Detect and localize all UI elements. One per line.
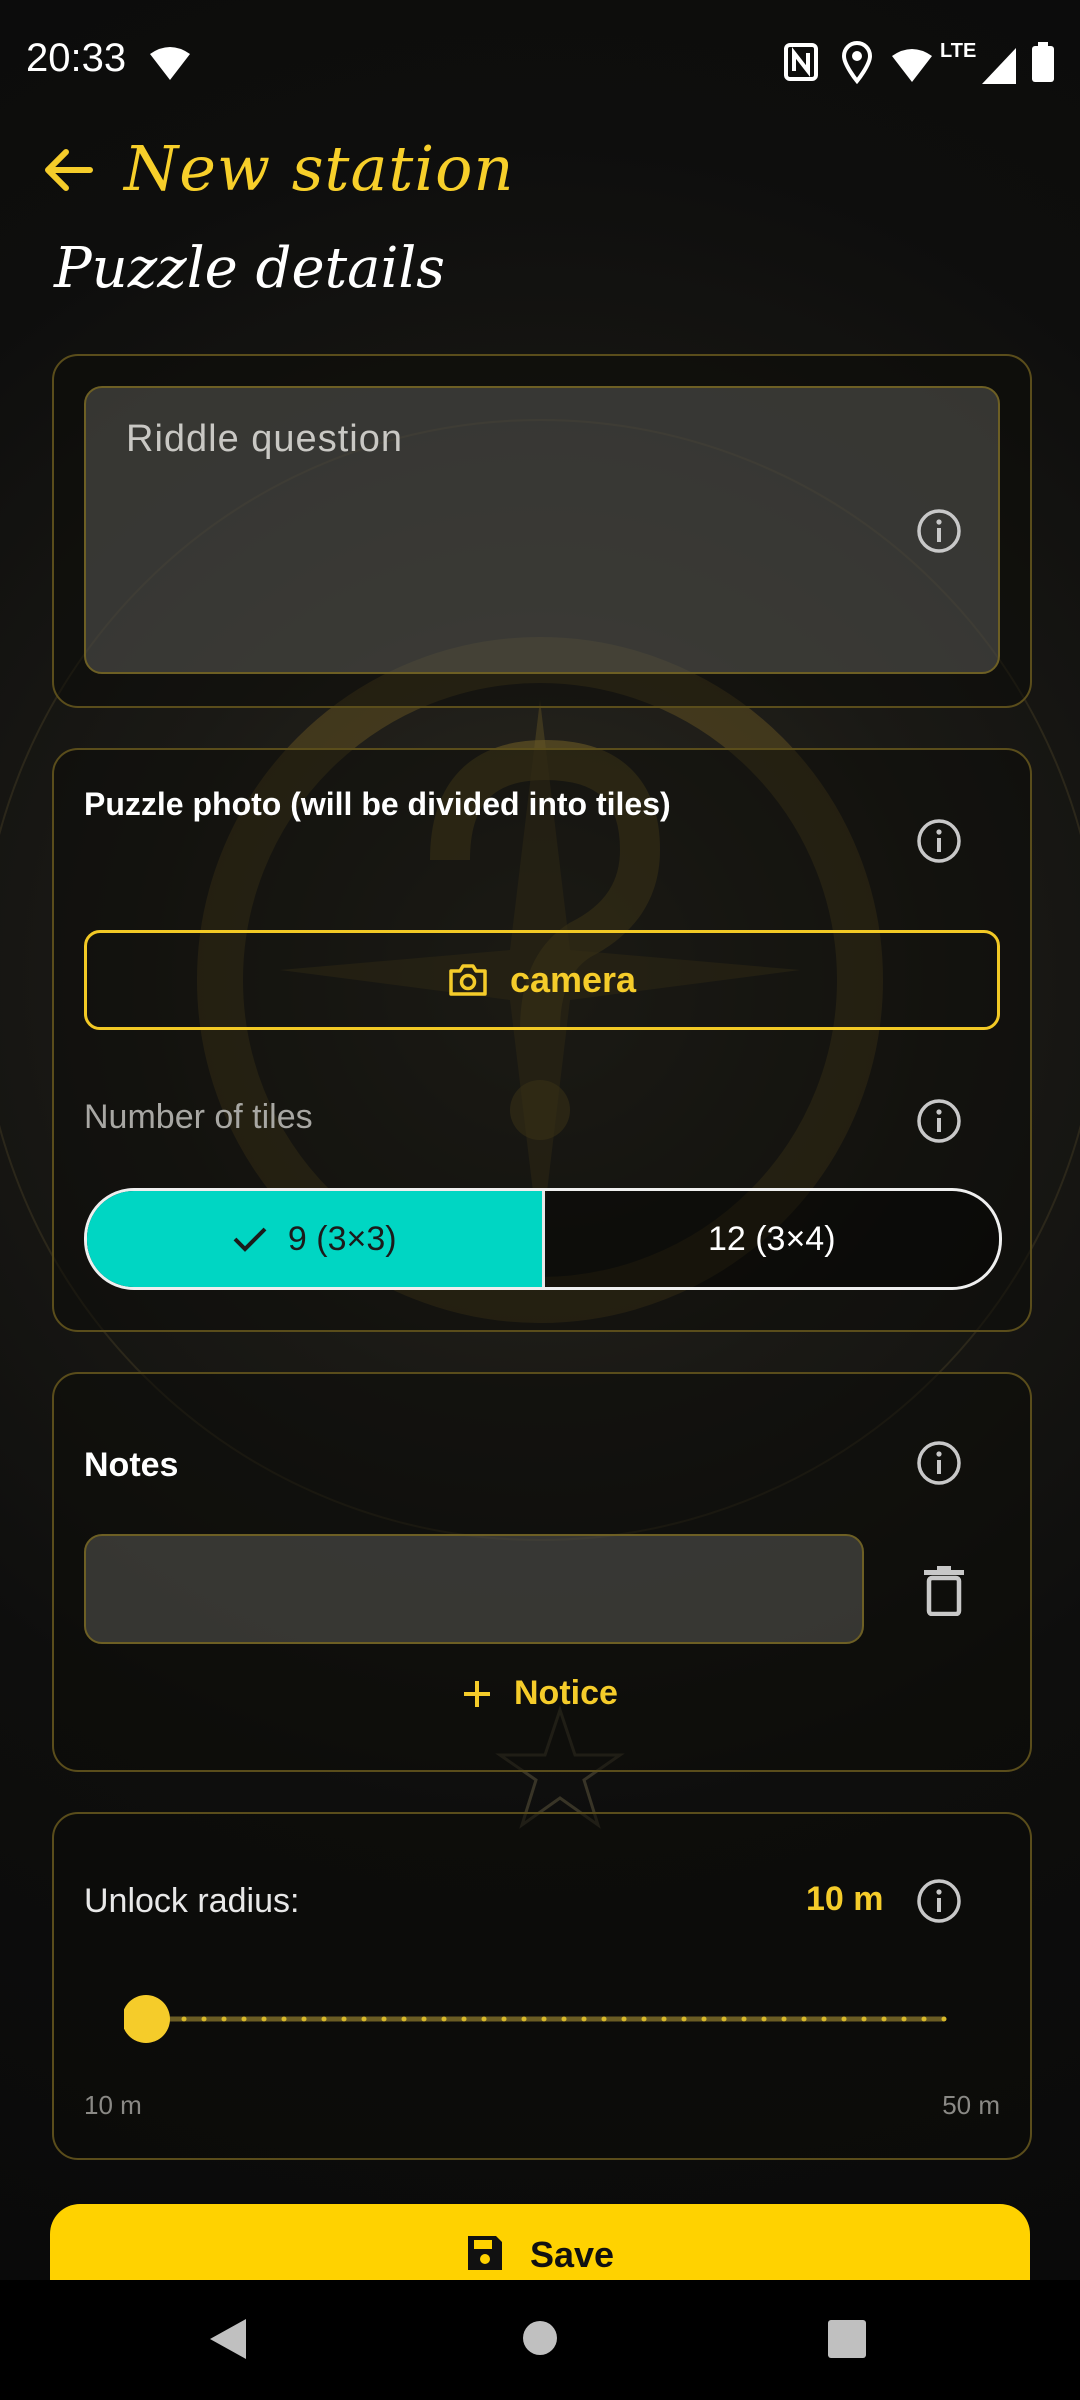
tiles-label: Number of tiles xyxy=(84,1098,313,1136)
camera-button[interactable]: camera xyxy=(84,930,1000,1030)
slider-min-label: 10 m xyxy=(84,2090,142,2120)
status-time: 20:33 xyxy=(26,36,127,80)
riddle-placeholder: Riddle question xyxy=(126,418,403,460)
slider-tick xyxy=(701,2016,707,2022)
slider-tick xyxy=(741,2016,747,2022)
info-icon[interactable] xyxy=(916,508,962,554)
wifi-icon xyxy=(150,47,190,80)
wifi-signal-icon xyxy=(892,49,932,82)
slider-tick xyxy=(901,2016,907,2022)
slider-thumb[interactable] xyxy=(124,1995,170,2043)
slider-tick xyxy=(541,2016,547,2022)
slider-tick xyxy=(881,2016,887,2022)
slider-tick xyxy=(181,2016,187,2022)
slider-tick xyxy=(481,2016,487,2022)
slider-tick xyxy=(721,2016,727,2022)
app-bar: New station xyxy=(0,128,1080,208)
tiles-option-9[interactable]: 9 (3×3) xyxy=(87,1191,545,1287)
slider-tick xyxy=(621,2016,627,2022)
slider-max-label: 50 m xyxy=(942,2090,1000,2120)
slider-tick xyxy=(321,2016,327,2022)
save-label: Save xyxy=(529,2234,615,2275)
tiles-segmented-control: 9 (3×3) 12 (3×4) xyxy=(84,1188,1002,1290)
unlock-radius-value: 10 m xyxy=(806,1880,884,1918)
unlock-radius-slider[interactable] xyxy=(124,1994,984,2044)
info-icon[interactable] xyxy=(916,1878,962,1924)
network-type: LTE xyxy=(940,40,977,62)
slider-tick xyxy=(841,2016,847,2022)
info-icon[interactable] xyxy=(916,1098,962,1144)
notes-label: Notes xyxy=(84,1446,179,1484)
slider-tick xyxy=(921,2016,927,2022)
slider-tick xyxy=(601,2016,607,2022)
slider-tick xyxy=(861,2016,867,2022)
unlock-radius-label: Unlock radius: xyxy=(84,1882,300,1920)
slider-tick xyxy=(301,2016,307,2022)
unlock-radius-card: Unlock radius: 10 m 10 m 50 m xyxy=(52,1812,1032,2160)
section-title: Puzzle details xyxy=(54,236,446,301)
slider-tick xyxy=(341,2016,347,2022)
slider-tick xyxy=(761,2016,767,2022)
slider-tick xyxy=(561,2016,567,2022)
slider-tick xyxy=(461,2016,467,2022)
slider-tick xyxy=(581,2016,587,2022)
delete-icon[interactable] xyxy=(922,1566,966,1616)
recents-nav-icon[interactable] xyxy=(828,2320,866,2358)
back-nav-icon[interactable] xyxy=(206,2316,250,2362)
slider-tick xyxy=(521,2016,527,2022)
add-notice-label: Notice xyxy=(514,1674,618,1712)
notes-card: Notes Notice xyxy=(52,1372,1032,1772)
status-bar: 20:33 LTE xyxy=(0,0,1080,120)
slider-tick xyxy=(821,2016,827,2022)
plus-icon xyxy=(464,1680,490,1707)
puzzle-photo-label: Puzzle photo (will be divided into tiles… xyxy=(84,786,671,822)
page-title: New station xyxy=(124,132,515,205)
slider-tick xyxy=(281,2016,287,2022)
nfc-icon xyxy=(784,43,818,81)
camera-icon xyxy=(449,964,487,996)
slider-tick xyxy=(201,2016,207,2022)
navigation-bar xyxy=(0,2280,1080,2400)
slider-ticks xyxy=(141,2016,947,2022)
puzzle-photo-card: Puzzle photo (will be divided into tiles… xyxy=(52,748,1032,1332)
battery-icon xyxy=(1032,42,1054,82)
riddle-card: Riddle question xyxy=(52,354,1032,708)
slider-tick xyxy=(781,2016,787,2022)
info-icon[interactable] xyxy=(916,818,962,864)
slider-tick xyxy=(501,2016,507,2022)
slider-tick xyxy=(641,2016,647,2022)
tiles-option-label: 9 (3×3) xyxy=(287,1219,397,1258)
slider-tick xyxy=(801,2016,807,2022)
note-input[interactable] xyxy=(84,1534,864,1644)
back-arrow-icon[interactable] xyxy=(36,138,100,202)
camera-button-label: camera xyxy=(509,959,637,1000)
slider-tick xyxy=(401,2016,407,2022)
riddle-question-input[interactable]: Riddle question xyxy=(84,386,1000,674)
slider-tick xyxy=(421,2016,427,2022)
check-icon xyxy=(233,1227,267,1252)
cell-signal-icon xyxy=(982,48,1016,84)
slider-tick xyxy=(241,2016,247,2022)
location-icon xyxy=(842,41,872,84)
tiles-option-label: 12 (3×4) xyxy=(707,1219,836,1258)
slider-tick xyxy=(941,2016,947,2022)
slider-tick xyxy=(361,2016,367,2022)
add-notice-button[interactable]: Notice xyxy=(462,1674,618,1713)
save-icon xyxy=(467,2236,502,2270)
slider-tick xyxy=(221,2016,227,2022)
slider-tick xyxy=(381,2016,387,2022)
slider-tick xyxy=(261,2016,267,2022)
home-nav-icon[interactable] xyxy=(522,2320,558,2356)
slider-tick xyxy=(441,2016,447,2022)
info-icon[interactable] xyxy=(916,1440,962,1486)
tiles-option-12[interactable]: 12 (3×4) xyxy=(544,1191,999,1287)
slider-tick xyxy=(661,2016,667,2022)
slider-tick xyxy=(681,2016,687,2022)
